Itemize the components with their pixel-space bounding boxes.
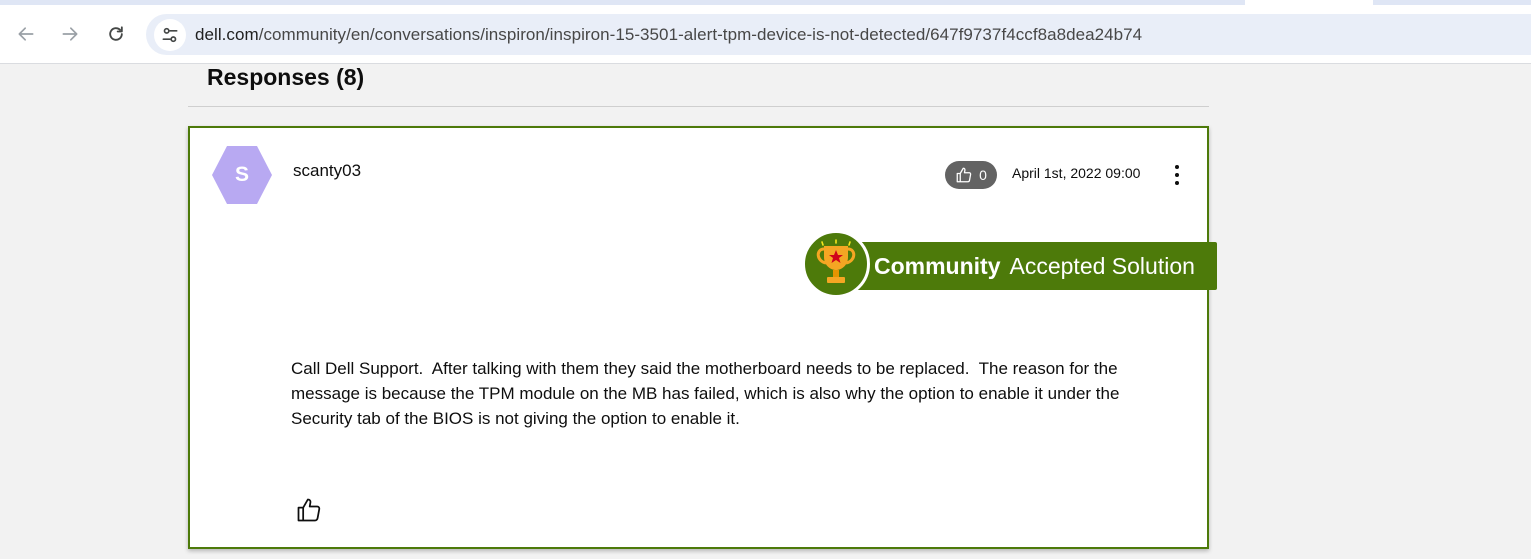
site-info-button[interactable] xyxy=(154,19,186,51)
trophy-icon xyxy=(816,239,856,283)
divider xyxy=(188,106,1209,107)
kudos-count-badge[interactable]: 0 xyxy=(945,161,997,189)
response-card: S scanty03 0 April 1st, 2022 09:00 Commu… xyxy=(188,126,1217,549)
url-text[interactable]: dell.com/community/en/conversations/insp… xyxy=(195,25,1142,45)
trophy-badge xyxy=(802,230,870,298)
post-body-line: Call Dell Support. After talking with th… xyxy=(291,359,1118,378)
url-host: dell.com xyxy=(195,25,259,44)
author-username[interactable]: scanty03 xyxy=(293,161,361,181)
post-body-line: message is because the TPM module on the… xyxy=(291,384,1120,403)
back-arrow-icon xyxy=(18,27,34,41)
kudos-count: 0 xyxy=(979,167,987,183)
solution-label: Community Accepted Solution xyxy=(874,242,1195,290)
more-dot-icon xyxy=(1175,165,1179,169)
avatar-letter: S xyxy=(234,163,249,186)
more-dot-icon xyxy=(1175,173,1179,177)
post-body: Call Dell Support. After talking with th… xyxy=(291,356,1171,431)
address-bar[interactable]: dell.com/community/en/conversations/insp… xyxy=(146,14,1531,55)
thumbs-up-icon xyxy=(956,167,972,183)
active-tab[interactable] xyxy=(1245,0,1373,5)
back-button[interactable] xyxy=(12,20,40,48)
solution-label-community: Community xyxy=(874,252,1001,279)
site-info-icon xyxy=(162,27,178,43)
reload-icon xyxy=(109,26,123,41)
thumbs-up-icon xyxy=(297,498,321,522)
tab-strip xyxy=(0,0,1531,5)
more-dot-icon xyxy=(1175,181,1179,185)
responses-heading: Responses (8) xyxy=(207,64,365,90)
avatar[interactable]: S xyxy=(211,145,273,205)
browser-toolbar: dell.com/community/en/conversations/insp… xyxy=(0,0,1531,64)
forward-button[interactable] xyxy=(56,20,84,48)
post-body-line: Security tab of the BIOS is not giving t… xyxy=(291,409,740,428)
post-date: April 1st, 2022 09:00 xyxy=(1012,165,1141,181)
more-options-button[interactable] xyxy=(1167,161,1187,189)
url-path: /community/en/conversations/inspiron/ins… xyxy=(258,25,1143,44)
reload-button[interactable] xyxy=(102,20,130,48)
solution-label-accepted: Accepted Solution xyxy=(1009,252,1195,279)
like-button[interactable] xyxy=(294,495,324,525)
accepted-solution-banner: Community Accepted Solution xyxy=(802,230,1217,300)
forward-arrow-icon xyxy=(62,27,78,41)
